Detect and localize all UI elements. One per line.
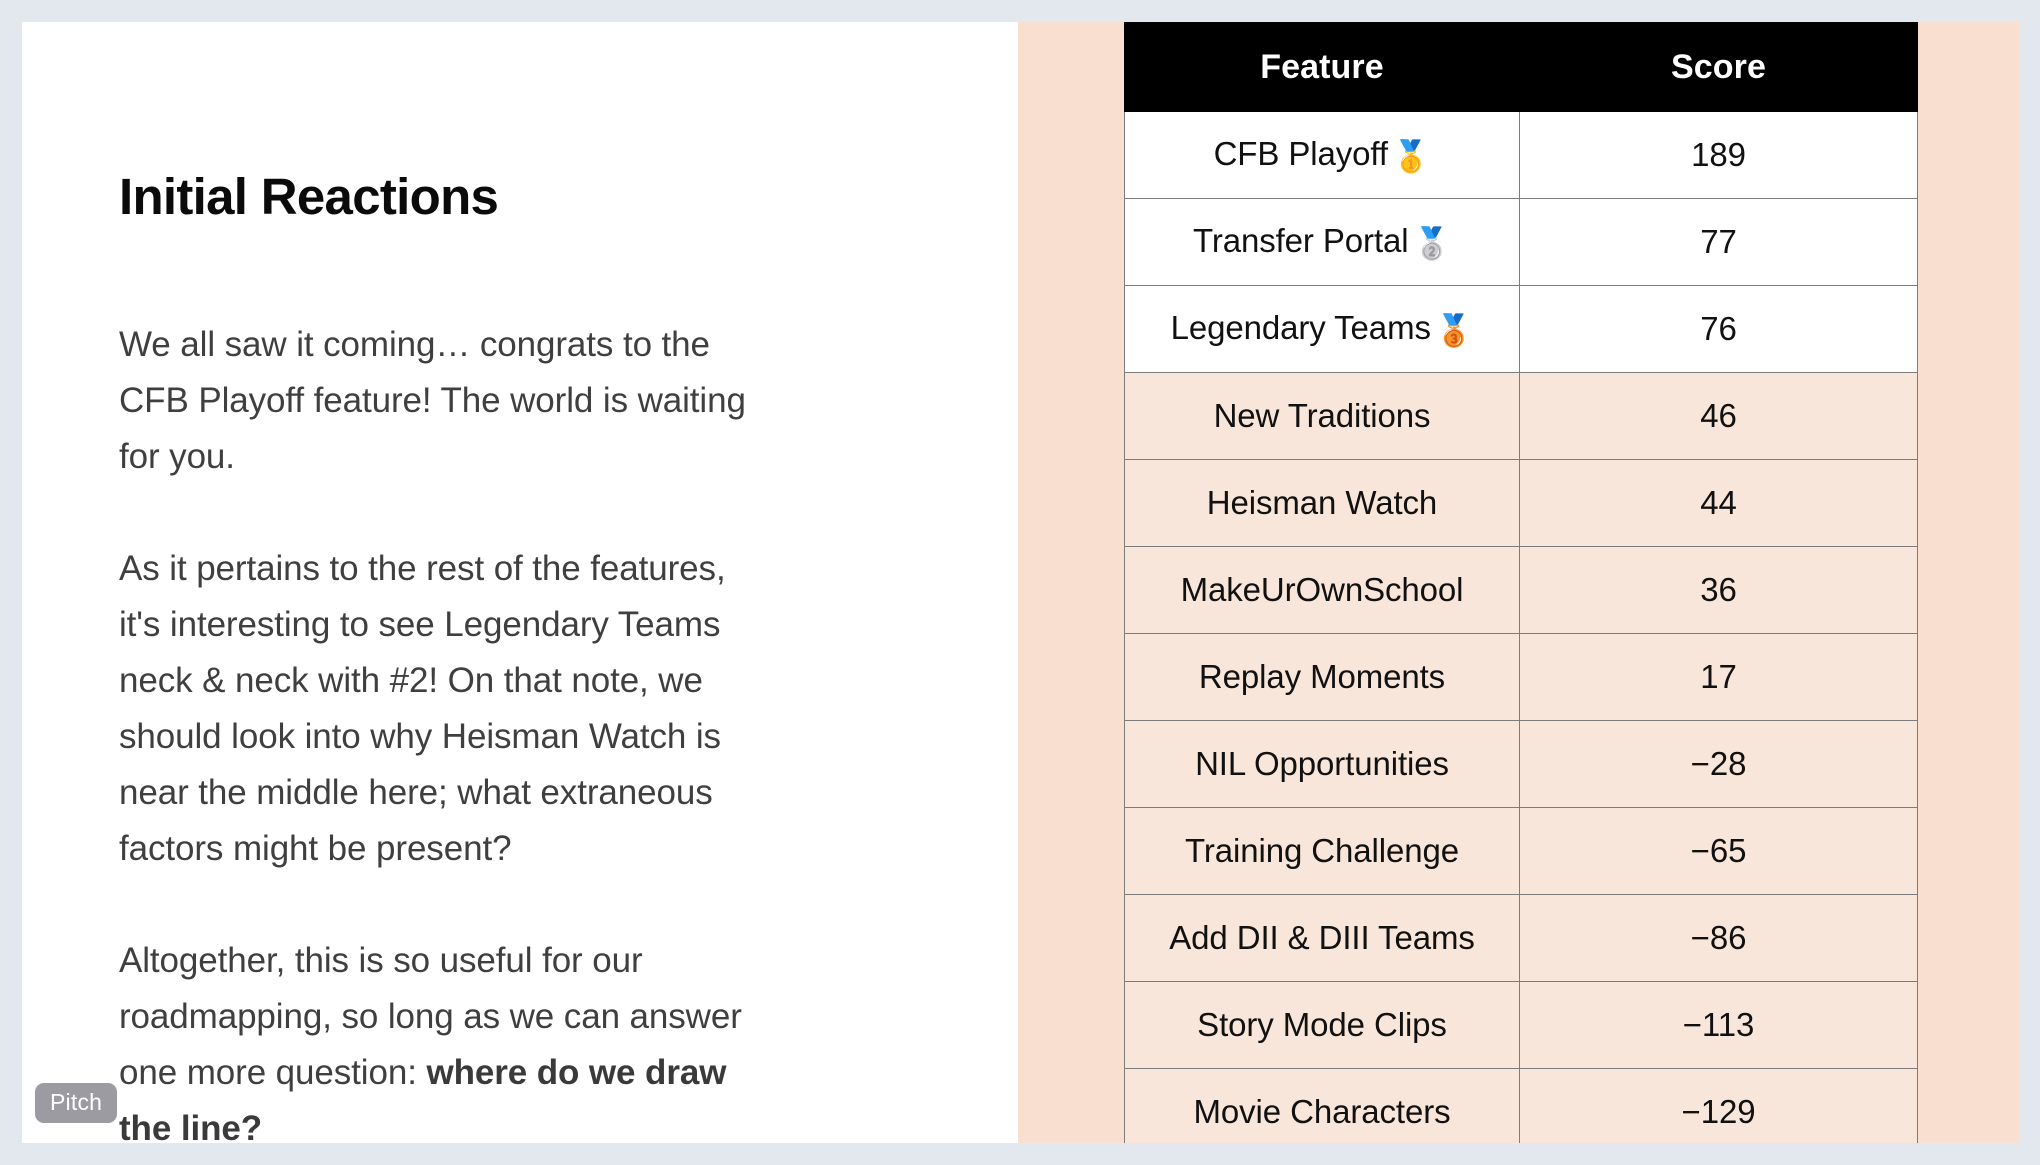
page-title: Initial Reactions	[119, 168, 499, 226]
cell-feature: CFB Playoff 🥇	[1124, 111, 1520, 199]
cell-feature: Transfer Portal 🥈	[1124, 198, 1520, 286]
table-row: Transfer Portal 🥈 77	[1124, 198, 1918, 286]
cell-feature: Add DII & DIII Teams	[1124, 894, 1520, 982]
silver-medal-icon: 🥈	[1412, 226, 1452, 261]
feature-label: Add DII & DIII Teams	[1169, 919, 1475, 956]
cell-score: −28	[1519, 720, 1918, 808]
cell-feature: New Traditions	[1124, 372, 1520, 460]
cell-feature: Movie Characters	[1124, 1068, 1520, 1143]
cell-score: 17	[1519, 633, 1918, 721]
table-row: NIL Opportunities −28	[1124, 720, 1918, 808]
cell-feature: Story Mode Clips	[1124, 981, 1520, 1069]
cell-score: 46	[1519, 372, 1918, 460]
slide-body-copy: We all saw it coming… congrats to the CF…	[119, 317, 759, 1143]
cell-feature: Legendary Teams 🥉	[1124, 285, 1520, 373]
feature-label: New Traditions	[1213, 397, 1431, 434]
cell-score: −129	[1519, 1068, 1918, 1143]
table-row: New Traditions 46	[1124, 372, 1918, 460]
cell-score: −86	[1519, 894, 1918, 982]
table-row: Add DII & DIII Teams −86	[1124, 894, 1918, 982]
feature-score-table: Feature Score CFB Playoff 🥇 189 Transfer Po…	[1124, 22, 1918, 1143]
presentation-slide: Initial Reactions We all saw it coming… …	[22, 22, 2020, 1143]
feature-label: Legendary Teams	[1170, 309, 1431, 346]
feature-label: Replay Moments	[1198, 658, 1446, 695]
feature-label: Story Mode Clips	[1197, 1006, 1447, 1043]
feature-label: MakeUrOwnSchool	[1180, 571, 1464, 608]
table-row: Heisman Watch 44	[1124, 459, 1918, 547]
cell-feature: MakeUrOwnSchool	[1124, 546, 1520, 634]
slide-left-panel: Initial Reactions We all saw it coming… …	[22, 22, 1018, 1143]
body-paragraph: Altogether, this is so useful for our ro…	[119, 933, 759, 1143]
table-row: MakeUrOwnSchool 36	[1124, 546, 1918, 634]
body-paragraph: As it pertains to the rest of the featur…	[119, 541, 759, 877]
column-header-feature: Feature	[1124, 22, 1520, 112]
cell-score: 44	[1519, 459, 1918, 547]
cell-score: −65	[1519, 807, 1918, 895]
table-body: CFB Playoff 🥇 189 Transfer Portal 🥈 77 Legenda…	[1124, 111, 1918, 1143]
feature-label: Transfer Portal	[1192, 222, 1409, 259]
cell-score: 189	[1519, 111, 1918, 199]
body-paragraph: We all saw it coming… congrats to the CF…	[119, 317, 759, 485]
pitch-badge[interactable]: Pitch	[35, 1083, 118, 1123]
feature-label: CFB Playoff	[1213, 135, 1388, 172]
feature-label: Heisman Watch	[1206, 484, 1438, 521]
cell-score: −113	[1519, 981, 1918, 1069]
table-row: Story Mode Clips −113	[1124, 981, 1918, 1069]
cell-score: 77	[1519, 198, 1918, 286]
table-row: Training Challenge −65	[1124, 807, 1918, 895]
column-header-score: Score	[1519, 22, 1918, 112]
table-row: Movie Characters −129	[1124, 1068, 1918, 1143]
feature-label: NIL Opportunities	[1195, 745, 1449, 782]
body-text: We all saw it coming… congrats to the CF…	[119, 325, 746, 476]
gold-medal-icon: 🥇	[1391, 139, 1431, 174]
cell-feature: Replay Moments	[1124, 633, 1520, 721]
cell-feature: Training Challenge	[1124, 807, 1520, 895]
cell-feature: Heisman Watch	[1124, 459, 1520, 547]
cell-score: 76	[1519, 285, 1918, 373]
feature-label: Movie Characters	[1193, 1093, 1451, 1130]
cell-feature: NIL Opportunities	[1124, 720, 1520, 808]
table-row: Legendary Teams 🥉 76	[1124, 285, 1918, 373]
cell-score: 36	[1519, 546, 1918, 634]
feature-label: Training Challenge	[1185, 832, 1459, 869]
table-header-row: Feature Score	[1124, 22, 1918, 112]
table-row: Replay Moments 17	[1124, 633, 1918, 721]
table-row: CFB Playoff 🥇 189	[1124, 111, 1918, 199]
body-text: As it pertains to the rest of the featur…	[119, 549, 726, 868]
bronze-medal-icon: 🥉	[1434, 313, 1474, 348]
